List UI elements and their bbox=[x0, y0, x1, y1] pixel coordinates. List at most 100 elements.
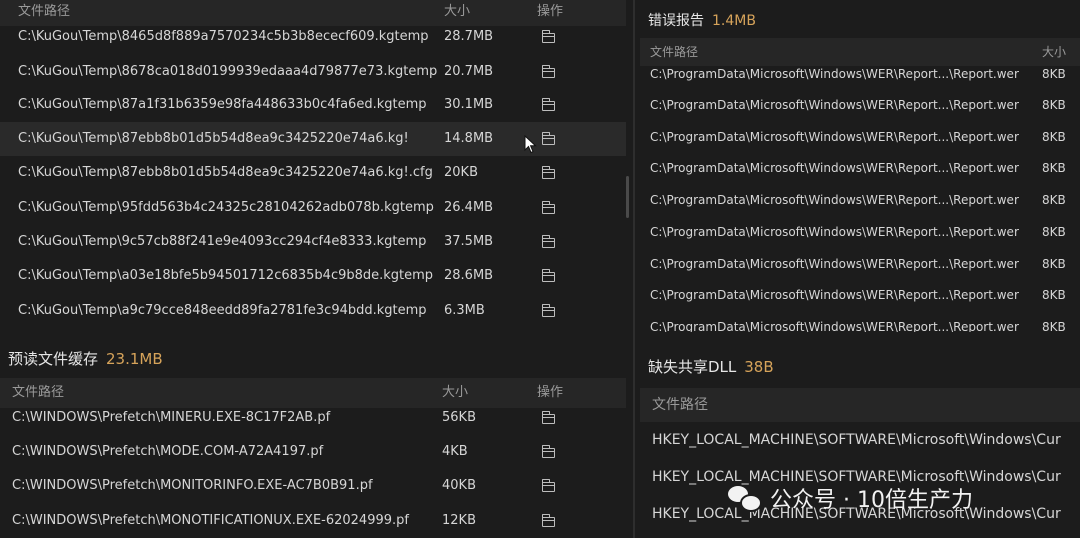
open-folder-icon[interactable] bbox=[541, 132, 555, 145]
file-path: C:\KuGou\Temp\87ebb8b01d5b54d8ea9c342522… bbox=[18, 165, 433, 180]
table-row[interactable]: C:\KuGou\Temp\9c57cb88f241e9e4093cc294cf… bbox=[0, 228, 626, 256]
open-folder-icon[interactable] bbox=[541, 201, 555, 214]
table-row[interactable]: C:\WINDOWS\Prefetch\MONOTIFICATIONUX.EXE… bbox=[0, 507, 626, 535]
file-path: C:\KuGou\Temp\8678ca018d0199939edaaa4d79… bbox=[18, 64, 438, 79]
section-title-text: 错误报告 bbox=[648, 13, 704, 29]
table-row[interactable]: C:\ProgramData\Microsoft\Windows\WER\Rep… bbox=[640, 92, 1080, 118]
section-title-prefetch: 预读文件缓存 23.1MB bbox=[8, 348, 163, 369]
file-path: C:\ProgramData\Microsoft\Windows\WER\Rep… bbox=[650, 288, 1019, 302]
column-divider bbox=[633, 0, 635, 538]
open-folder-icon[interactable] bbox=[541, 30, 555, 43]
table-row[interactable]: C:\ProgramData\Microsoft\Windows\WER\Rep… bbox=[640, 314, 1080, 332]
file-size: 8KB bbox=[1042, 67, 1066, 81]
column-header-action: 操作 bbox=[537, 4, 564, 19]
scrollbar[interactable] bbox=[626, 176, 629, 218]
file-size: 8KB bbox=[1042, 130, 1066, 144]
file-path: C:\ProgramData\Microsoft\Windows\WER\Rep… bbox=[650, 130, 1019, 144]
table-row[interactable]: C:\KuGou\Temp\87a1f31b6359e98fa448633b0c… bbox=[0, 91, 626, 119]
section-title-text: 缺失共享DLL bbox=[648, 358, 737, 376]
error-report-panel: 文件路径 大小 C:\ProgramData\Microsoft\Windows… bbox=[640, 38, 1080, 332]
table-row[interactable]: C:\KuGou\Temp\87ebb8b01d5b54d8ea9c342522… bbox=[0, 159, 626, 187]
file-size: 8KB bbox=[1042, 257, 1066, 271]
file-size: 8KB bbox=[1042, 288, 1066, 302]
file-path: C:\ProgramData\Microsoft\Windows\WER\Rep… bbox=[650, 161, 1019, 175]
open-folder-icon[interactable] bbox=[541, 479, 555, 492]
table-row[interactable]: C:\WINDOWS\Prefetch\MINERU.EXE-8C17F2AB.… bbox=[0, 408, 626, 432]
column-header-action: 操作 bbox=[537, 385, 564, 400]
file-size: 26.4MB bbox=[444, 200, 494, 215]
table-row[interactable]: C:\KuGou\Temp\a03e18bfe5b94501712c6835b4… bbox=[0, 262, 626, 290]
table-row[interactable]: C:\WINDOWS\Prefetch\MONITORINFO.EXE-AC7B… bbox=[0, 472, 626, 500]
table-header: 文件路径 大小 bbox=[640, 38, 1080, 66]
file-path: C:\WINDOWS\Prefetch\MINERU.EXE-8C17F2AB.… bbox=[12, 410, 331, 425]
file-size: 20KB bbox=[444, 165, 478, 180]
file-size: 30.1MB bbox=[444, 97, 494, 112]
column-header-path[interactable]: 文件路径 bbox=[18, 0, 70, 24]
table-row[interactable]: HKEY_LOCAL_MACHINE\SOFTWARE\Microsoft\Wi… bbox=[640, 426, 1080, 454]
column-header-path[interactable]: 文件路径 bbox=[12, 378, 64, 408]
registry-path: HKEY_LOCAL_MACHINE\SOFTWARE\Microsoft\Wi… bbox=[652, 432, 1061, 448]
file-size: 40KB bbox=[442, 478, 476, 493]
table-header: 文件路径 bbox=[640, 388, 1080, 422]
file-size: 4KB bbox=[442, 444, 468, 459]
wechat-logo-icon bbox=[728, 484, 762, 512]
file-size: 56KB bbox=[442, 410, 476, 425]
table-row[interactable]: C:\ProgramData\Microsoft\Windows\WER\Rep… bbox=[640, 155, 1080, 181]
table-header: 文件路径 大小 操作 bbox=[0, 0, 626, 26]
open-folder-icon[interactable] bbox=[541, 98, 555, 111]
file-size: 8KB bbox=[1042, 193, 1066, 207]
table-row[interactable]: C:\ProgramData\Microsoft\Windows\WER\Rep… bbox=[640, 66, 1080, 86]
table-row[interactable]: C:\ProgramData\Microsoft\Windows\WER\Rep… bbox=[640, 187, 1080, 213]
section-total-size: 23.1MB bbox=[106, 350, 163, 368]
open-folder-icon[interactable] bbox=[541, 304, 555, 317]
file-path: C:\ProgramData\Microsoft\Windows\WER\Rep… bbox=[650, 257, 1019, 271]
prefetch-panel: 文件路径 大小 操作 C:\WINDOWS\Prefetch\MINERU.EX… bbox=[0, 378, 626, 538]
watermark-text: 公众号 · 10倍生产力 bbox=[770, 488, 973, 513]
file-path: C:\WINDOWS\Prefetch\MODE.COM-A72A4197.pf bbox=[12, 444, 324, 459]
table-row[interactable]: C:\ProgramData\Microsoft\Windows\WER\Rep… bbox=[640, 251, 1080, 277]
table-row[interactable]: C:\KuGou\Temp\8678ca018d0199939edaaa4d79… bbox=[0, 58, 626, 86]
file-path: C:\ProgramData\Microsoft\Windows\WER\Rep… bbox=[650, 67, 1019, 81]
column-header-size[interactable]: 大小 bbox=[1042, 38, 1066, 66]
open-folder-icon[interactable] bbox=[541, 235, 555, 248]
kugou-temp-panel: 文件路径 大小 操作 C:\KuGou\Temp\8465d8f889a7570… bbox=[0, 0, 626, 318]
file-path: C:\KuGou\Temp\a03e18bfe5b94501712c6835b4… bbox=[18, 268, 434, 283]
open-folder-icon[interactable] bbox=[541, 65, 555, 78]
table-row[interactable]: C:\KuGou\Temp\a9c79cce848eedd89fa2781fe3… bbox=[0, 297, 626, 318]
file-path: C:\KuGou\Temp\87ebb8b01d5b54d8ea9c342522… bbox=[18, 131, 409, 146]
table-row[interactable]: C:\WINDOWS\Prefetch\MODE.COM-A72A4197.pf… bbox=[0, 438, 626, 466]
column-header-path[interactable]: 文件路径 bbox=[650, 38, 698, 66]
table-row[interactable]: C:\KuGou\Temp\8465d8f889a7570234c5b3b8ec… bbox=[0, 26, 626, 52]
section-total-size: 1.4MB bbox=[712, 13, 756, 29]
file-size: 8KB bbox=[1042, 225, 1066, 239]
file-path: C:\KuGou\Temp\9c57cb88f241e9e4093cc294cf… bbox=[18, 234, 427, 249]
file-size: 20.7MB bbox=[444, 64, 494, 79]
table-row[interactable]: C:\ProgramData\Microsoft\Windows\WER\Rep… bbox=[640, 282, 1080, 308]
table-header: 文件路径 大小 操作 bbox=[0, 378, 626, 408]
table-row[interactable]: C:\ProgramData\Microsoft\Windows\WER\Rep… bbox=[640, 219, 1080, 245]
file-size: 14.8MB bbox=[444, 131, 494, 146]
section-total-size: 38B bbox=[744, 358, 774, 376]
section-title-error-report: 错误报告 1.4MB bbox=[648, 10, 756, 30]
column-header-size[interactable]: 大小 bbox=[442, 378, 468, 408]
file-path: C:\KuGou\Temp\8465d8f889a7570234c5b3b8ec… bbox=[18, 29, 429, 44]
watermark: 公众号 · 10倍生产力 bbox=[728, 478, 973, 518]
column-header-size[interactable]: 大小 bbox=[444, 0, 470, 24]
section-title-text: 预读文件缓存 bbox=[8, 350, 99, 368]
file-size: 8KB bbox=[1042, 161, 1066, 175]
file-size: 12KB bbox=[442, 513, 476, 528]
table-row[interactable]: C:\KuGou\Temp\95fdd563b4c24325c28104262a… bbox=[0, 194, 626, 222]
mouse-cursor-icon bbox=[524, 135, 537, 154]
file-path: C:\KuGou\Temp\95fdd563b4c24325c28104262a… bbox=[18, 200, 434, 215]
open-folder-icon[interactable] bbox=[541, 269, 555, 282]
open-folder-icon[interactable] bbox=[541, 514, 555, 527]
open-folder-icon[interactable] bbox=[541, 166, 555, 179]
open-folder-icon[interactable] bbox=[541, 445, 555, 458]
file-size: 37.5MB bbox=[444, 234, 494, 249]
file-path: C:\KuGou\Temp\a9c79cce848eedd89fa2781fe3… bbox=[18, 303, 427, 318]
column-header-path[interactable]: 文件路径 bbox=[652, 388, 708, 422]
open-folder-icon[interactable] bbox=[541, 411, 555, 424]
file-path: C:\ProgramData\Microsoft\Windows\WER\Rep… bbox=[650, 320, 1019, 332]
table-row[interactable]: C:\ProgramData\Microsoft\Windows\WER\Rep… bbox=[640, 124, 1080, 150]
file-size: 6.3MB bbox=[444, 303, 485, 318]
